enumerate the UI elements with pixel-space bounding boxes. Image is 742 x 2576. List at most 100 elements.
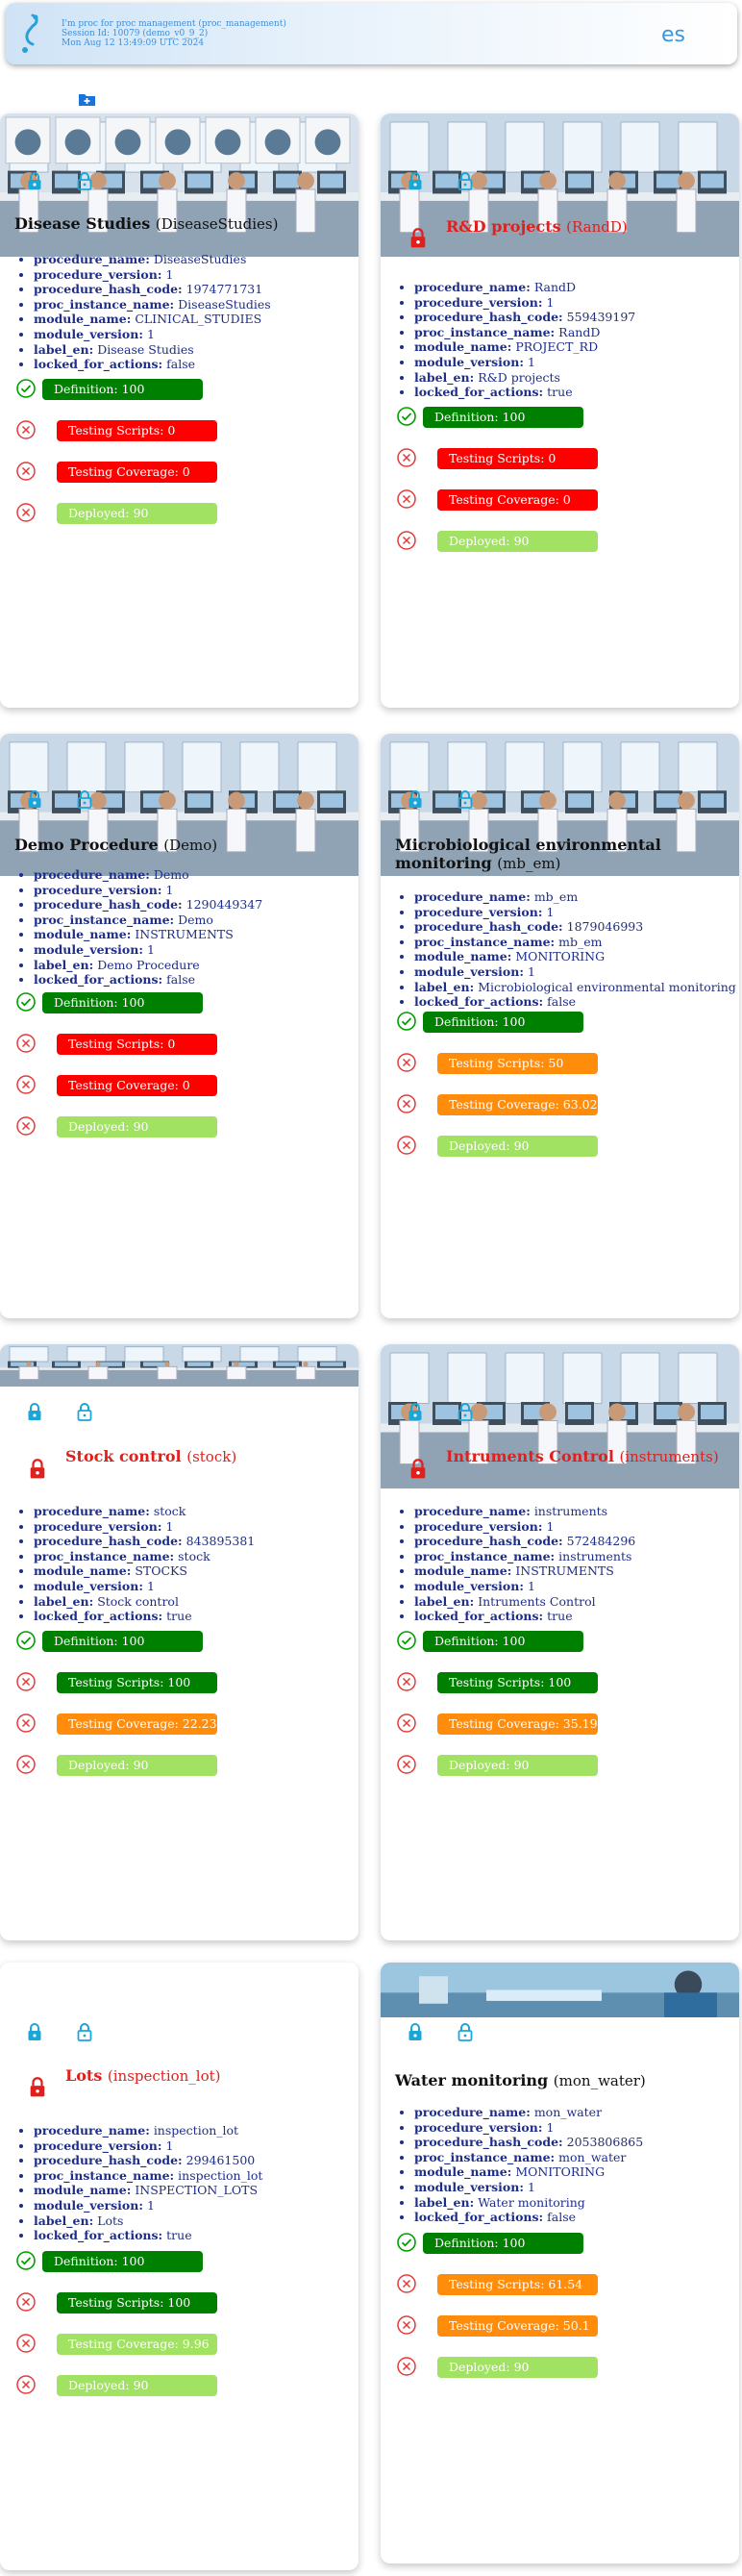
property-item: locked_for_actions: true	[414, 1609, 635, 1624]
property-item: proc_instance_name: mb_em	[414, 935, 736, 950]
lock-icon[interactable]	[27, 2022, 42, 2041]
procedure-title: Intruments Control (instruments)	[446, 1447, 719, 1465]
procedure-title: Stock control (stock)	[65, 1447, 237, 1465]
property-item: locked_for_actions: true	[34, 2228, 262, 2243]
procedure-properties: procedure_name: stockprocedure_version: …	[34, 1504, 255, 1624]
unlock-icon[interactable]	[77, 789, 92, 809]
lock-icon[interactable]	[27, 1402, 42, 1421]
property-item: locked_for_actions: false	[414, 994, 736, 1010]
testing-coverage-status-bar: Testing Coverage: 63.02	[437, 1094, 598, 1115]
lock-icon[interactable]	[408, 171, 423, 190]
property-item: label_en: Stock control	[34, 1594, 255, 1610]
testing-coverage-status: Testing Coverage: 9.96	[15, 2333, 342, 2356]
error-circle-icon	[15, 461, 37, 482]
lock-icon[interactable]	[27, 171, 42, 190]
testing-coverage-status-bar: Testing Coverage: 0	[57, 462, 217, 483]
language-toggle[interactable]: es	[661, 23, 685, 47]
property-item: locked_for_actions: true	[414, 385, 635, 400]
testing-scripts-status: Testing Scripts: 50	[396, 1052, 723, 1075]
property-item: label_en: Lots	[34, 2213, 262, 2229]
error-circle-icon	[396, 488, 417, 510]
deployed-status: Deployed: 90	[15, 1754, 342, 1777]
locked-status-icon	[29, 1458, 46, 1479]
error-circle-icon	[396, 1754, 417, 1775]
property-item: procedure_name: Demo	[34, 867, 262, 883]
card-actions	[27, 789, 104, 809]
deployed-status-bar: Deployed: 90	[437, 1755, 598, 1776]
property-item: module_version: 1	[34, 942, 262, 958]
definition-status: Definition: 100	[396, 1011, 723, 1034]
testing-scripts-status-bar: Testing Scripts: 0	[437, 448, 598, 469]
procedure-card[interactable]: Water monitoring (mon_water) procedure_na…	[381, 1963, 739, 2563]
deployed-status: Deployed: 90	[15, 502, 342, 525]
property-item: module_version: 1	[414, 355, 635, 370]
procedure-card[interactable]: Demo Procedure (Demo) procedure_name: Dem…	[0, 734, 359, 1318]
testing-scripts-status-bar: Testing Scripts: 100	[57, 2292, 217, 2313]
property-item: procedure_version: 1	[414, 295, 635, 311]
app-logo-icon[interactable]	[15, 12, 44, 56]
deployed-status-bar: Deployed: 90	[57, 1755, 217, 1776]
procedure-card[interactable]: Disease Studies (DiseaseStudies) procedur…	[0, 113, 359, 708]
lock-icon[interactable]	[408, 789, 423, 809]
property-item: module_version: 1	[414, 2180, 643, 2195]
definition-status: Definition: 100	[15, 991, 342, 1014]
property-item: procedure_hash_code: 299461500	[34, 2153, 262, 2168]
property-item: procedure_hash_code: 572484296	[414, 1534, 635, 1549]
property-item: label_en: R&D projects	[414, 370, 635, 386]
procedure-card[interactable]: R&D projects (RandD) procedure_name: Rand…	[381, 113, 739, 708]
testing-coverage-status-bar: Testing Coverage: 22.23	[57, 1713, 217, 1735]
card-actions	[27, 2022, 104, 2041]
session-id: Session Id: 10079 (demo_v0_9_2)	[62, 29, 209, 38]
property-item: label_en: Microbiological environmental …	[414, 980, 736, 995]
unlock-icon[interactable]	[77, 2022, 92, 2041]
testing-scripts-status: Testing Scripts: 0	[15, 1033, 342, 1056]
error-circle-icon	[396, 1052, 417, 1073]
lock-icon[interactable]	[27, 789, 42, 809]
unlock-icon[interactable]	[77, 171, 92, 190]
definition-status-bar: Definition: 100	[423, 407, 583, 428]
testing-scripts-status: Testing Scripts: 100	[15, 2291, 342, 2314]
card-actions	[408, 171, 484, 190]
session-info: I'm proc for proc management (proc_manag…	[62, 19, 286, 48]
card-actions	[408, 2022, 484, 2041]
testing-coverage-status: Testing Coverage: 22.23	[15, 1713, 342, 1736]
procedure-properties: procedure_name: instrumentsprocedure_ver…	[414, 1504, 635, 1624]
property-item: procedure_name: RandD	[414, 280, 635, 295]
testing-coverage-status: Testing Coverage: 0	[15, 461, 342, 484]
check-circle-icon	[15, 991, 37, 1013]
locked-status-icon	[409, 227, 427, 248]
property-item: module_name: STOCKS	[34, 1563, 255, 1579]
card-actions	[27, 171, 104, 190]
check-circle-icon	[396, 1630, 417, 1651]
property-item: procedure_name: mb_em	[414, 889, 736, 905]
card-actions	[408, 1402, 484, 1421]
procedure-title: Demo Procedure (Demo)	[14, 836, 218, 854]
procedure-card[interactable]: Lots (inspection_lot) procedure_name: ins…	[0, 1963, 359, 2570]
property-item: procedure_version: 1	[34, 267, 271, 283]
testing-coverage-status: Testing Coverage: 63.02	[396, 1093, 723, 1116]
testing-scripts-status: Testing Scripts: 61.54	[396, 2273, 723, 2296]
testing-scripts-status: Testing Scripts: 0	[396, 447, 723, 470]
lock-icon[interactable]	[408, 2022, 423, 2041]
check-circle-icon	[15, 2250, 37, 2271]
procedure-card[interactable]: Stock control (stock) procedure_name: sto…	[0, 1344, 359, 1940]
property-item: locked_for_actions: false	[34, 972, 262, 988]
property-item: module_version: 1	[34, 2198, 262, 2213]
deployed-status-bar: Deployed: 90	[57, 1116, 217, 1138]
definition-status-bar: Definition: 100	[42, 379, 203, 400]
procedure-card[interactable]: Microbiological environmental monitoring…	[381, 734, 739, 1318]
property-item: proc_instance_name: Demo	[34, 913, 262, 928]
error-circle-icon	[396, 2356, 417, 2377]
unlock-icon[interactable]	[77, 1402, 92, 1421]
add-procedure-icon[interactable]	[78, 91, 96, 107]
property-item: procedure_name: DiseaseStudies	[34, 252, 271, 267]
unlock-icon[interactable]	[458, 1402, 473, 1421]
definition-status-bar: Definition: 100	[42, 992, 203, 1013]
property-item: label_en: Disease Studies	[34, 342, 271, 358]
lock-icon[interactable]	[408, 1402, 423, 1421]
unlock-icon[interactable]	[458, 789, 473, 809]
unlock-icon[interactable]	[458, 2022, 473, 2041]
error-circle-icon	[396, 530, 417, 551]
procedure-card[interactable]: Intruments Control (instruments) procedur…	[381, 1344, 739, 1940]
unlock-icon[interactable]	[458, 171, 473, 190]
